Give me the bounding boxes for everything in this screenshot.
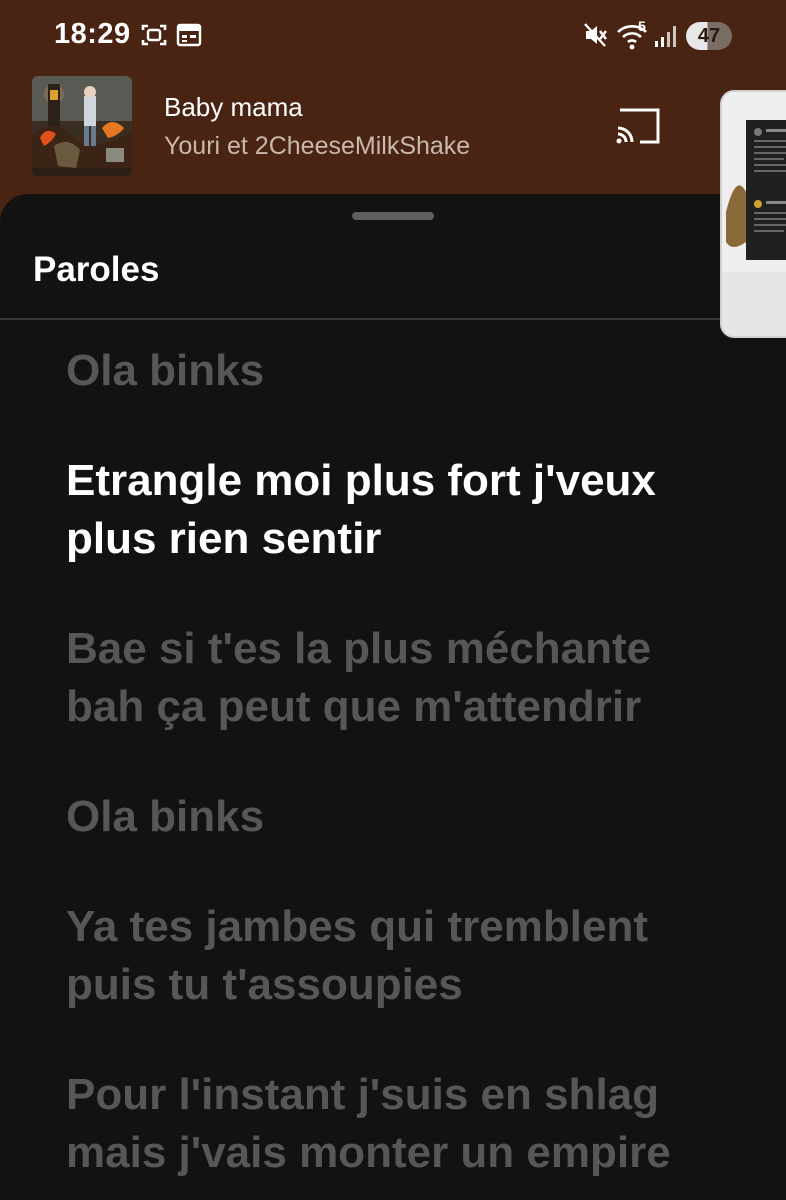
- lyric-line-active[interactable]: Etrangle moi plus fort j'veux plus rien …: [66, 452, 716, 568]
- pip-preview-image: [722, 92, 786, 336]
- now-playing-bar[interactable]: Baby mama Youri et 2CheeseMilkShake: [0, 70, 786, 190]
- battery-indicator: 47: [686, 22, 732, 50]
- album-art-image: [32, 76, 132, 176]
- lyric-line[interactable]: Ola binks: [66, 788, 716, 846]
- song-title: Baby mama: [164, 92, 303, 122]
- lyric-line[interactable]: Ola binks: [66, 342, 716, 400]
- lyric-line[interactable]: Pour l'instant j'suis en shlag mais j'va…: [66, 1066, 716, 1182]
- calendar-icon: [176, 23, 202, 47]
- drag-handle[interactable]: [352, 212, 434, 220]
- lyrics-title: Paroles: [33, 250, 160, 289]
- divider: [0, 318, 786, 320]
- status-bar: 18:29 5 47: [0, 0, 786, 70]
- mute-icon: [584, 23, 607, 47]
- cast-button[interactable]: [610, 104, 666, 148]
- lyrics-sheet[interactable]: Paroles Ola binks Etrangle moi plus fort…: [0, 194, 786, 1200]
- song-artist: Youri et 2CheeseMilkShake: [164, 132, 471, 160]
- cast-icon: [616, 108, 660, 144]
- lyric-line[interactable]: Bae si t'es la plus méchante bah ça peut…: [66, 620, 716, 736]
- picture-in-picture-window[interactable]: [720, 90, 786, 338]
- lyric-line[interactable]: Ya tes jambes qui tremblent puis tu t'as…: [66, 898, 716, 1014]
- wifi-badge: 5: [638, 18, 646, 34]
- album-art[interactable]: [32, 76, 132, 176]
- signal-icon: [655, 26, 676, 47]
- lyrics-list[interactable]: Ola binks Etrangle moi plus fort j'veux …: [66, 342, 716, 1200]
- screenshot-icon: [141, 24, 167, 46]
- lyrics-screen: 18:29 5 47 Baby mama Youri et 2CheeseMil…: [0, 0, 786, 1200]
- status-time: 18:29: [54, 18, 131, 50]
